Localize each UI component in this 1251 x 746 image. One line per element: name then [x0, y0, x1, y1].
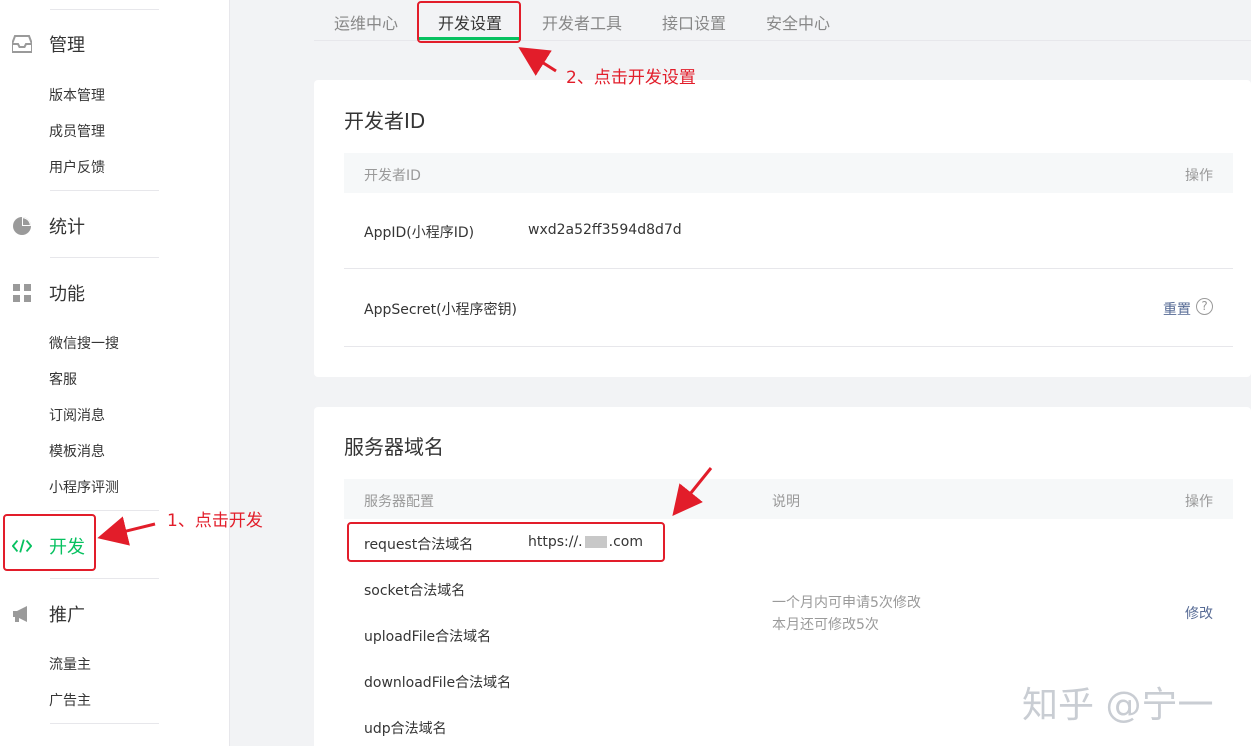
sidebar-section-label: 功能 — [49, 284, 85, 305]
modify-remaining-note: 本月还可修改5次 — [772, 617, 879, 633]
sidebar-section-develop[interactable]: 开发 — [0, 531, 229, 561]
megaphone-icon — [12, 604, 32, 624]
modify-domain-link[interactable]: 修改 — [1185, 603, 1213, 623]
row-divider — [344, 346, 1233, 347]
table-header: 服务器配置 说明 操作 — [344, 479, 1233, 519]
reset-secret-link[interactable]: 重置 — [1163, 299, 1191, 319]
sidebar-section-label: 管理 — [49, 35, 85, 56]
sidebar-item-template-message[interactable]: 模板消息 — [49, 441, 105, 461]
column-header-config: 服务器配置 — [364, 494, 434, 510]
card-title: 服务器域名 — [344, 435, 444, 459]
annotation-step-1: 1、点击开发 — [167, 511, 263, 531]
appid-value: wxd2a52ff3594d8d7d — [528, 222, 682, 238]
column-header-action: 操作 — [1185, 494, 1213, 510]
annotation-step-2: 2、点击开发设置 — [566, 68, 696, 88]
sidebar-item-members[interactable]: 成员管理 — [49, 121, 105, 141]
sidebar-divider — [50, 257, 159, 258]
sidebar-section-stats[interactable]: 统计 — [0, 211, 229, 241]
column-header-action: 操作 — [1185, 168, 1213, 184]
code-icon — [12, 536, 32, 556]
tab-dev-settings[interactable]: 开发设置 — [438, 10, 502, 34]
table-header: 开发者ID 操作 — [344, 153, 1233, 193]
tab-active-indicator — [419, 37, 521, 40]
udp-domain-label: udp合法域名 — [364, 721, 447, 737]
tab-dev-tools[interactable]: 开发者工具 — [542, 10, 622, 34]
row-divider — [344, 268, 1233, 269]
pie-chart-icon — [12, 216, 32, 236]
appid-label: AppID(小程序ID) — [364, 225, 475, 241]
column-header-desc: 说明 — [772, 494, 800, 510]
sidebar-item-subscribe-message[interactable]: 订阅消息 — [49, 405, 105, 425]
sidebar-item-version[interactable]: 版本管理 — [49, 85, 105, 105]
sidebar-divider — [50, 578, 159, 579]
sidebar: 管理 版本管理 成员管理 用户反馈 统计 功能 微信搜一搜 客服 订阅消息 模板… — [0, 0, 230, 746]
tab-operations[interactable]: 运维中心 — [334, 10, 398, 34]
sidebar-section-promote[interactable]: 推广 — [0, 599, 229, 629]
developer-id-card: 开发者ID 开发者ID 操作 AppID(小程序ID) wxd2a52ff359… — [314, 80, 1251, 377]
sidebar-item-feedback[interactable]: 用户反馈 — [49, 157, 105, 177]
request-domain-label: request合法域名 — [364, 537, 474, 553]
card-title: 开发者ID — [344, 109, 426, 133]
redacted-block — [584, 536, 607, 548]
inbox-icon — [12, 34, 32, 54]
sidebar-item-publisher[interactable]: 流量主 — [49, 654, 91, 674]
modify-limit-note: 一个月内可申请5次修改 — [772, 595, 921, 611]
help-icon[interactable]: ? — [1196, 298, 1213, 315]
sidebar-section-label: 统计 — [49, 217, 85, 238]
download-domain-label: downloadFile合法域名 — [364, 675, 512, 691]
sidebar-divider — [50, 510, 159, 511]
socket-domain-label: socket合法域名 — [364, 583, 466, 599]
column-header-name: 开发者ID — [364, 168, 421, 184]
upload-domain-label: uploadFile合法域名 — [364, 629, 492, 645]
sidebar-section-features[interactable]: 功能 — [0, 278, 229, 308]
sidebar-item-wechat-search[interactable]: 微信搜一搜 — [49, 333, 119, 353]
tab-api-settings[interactable]: 接口设置 — [662, 10, 726, 34]
sidebar-section-label: 推广 — [49, 605, 85, 626]
sidebar-divider — [50, 190, 159, 191]
watermark: 知乎 @宁一 — [1022, 685, 1214, 726]
sidebar-item-customer-service[interactable]: 客服 — [49, 369, 77, 389]
appsecret-label: AppSecret(小程序密钥) — [364, 302, 518, 318]
sidebar-item-evaluation[interactable]: 小程序评测 — [49, 477, 119, 497]
grid-icon — [12, 283, 32, 303]
sidebar-section-manage[interactable]: 管理 — [0, 29, 229, 59]
sidebar-divider — [50, 723, 159, 724]
sidebar-divider — [50, 9, 159, 10]
tab-security[interactable]: 安全中心 — [766, 10, 830, 34]
request-domain-value: https://. .com — [528, 534, 643, 550]
sidebar-item-advertiser[interactable]: 广告主 — [49, 690, 91, 710]
sidebar-section-label: 开发 — [49, 537, 85, 558]
